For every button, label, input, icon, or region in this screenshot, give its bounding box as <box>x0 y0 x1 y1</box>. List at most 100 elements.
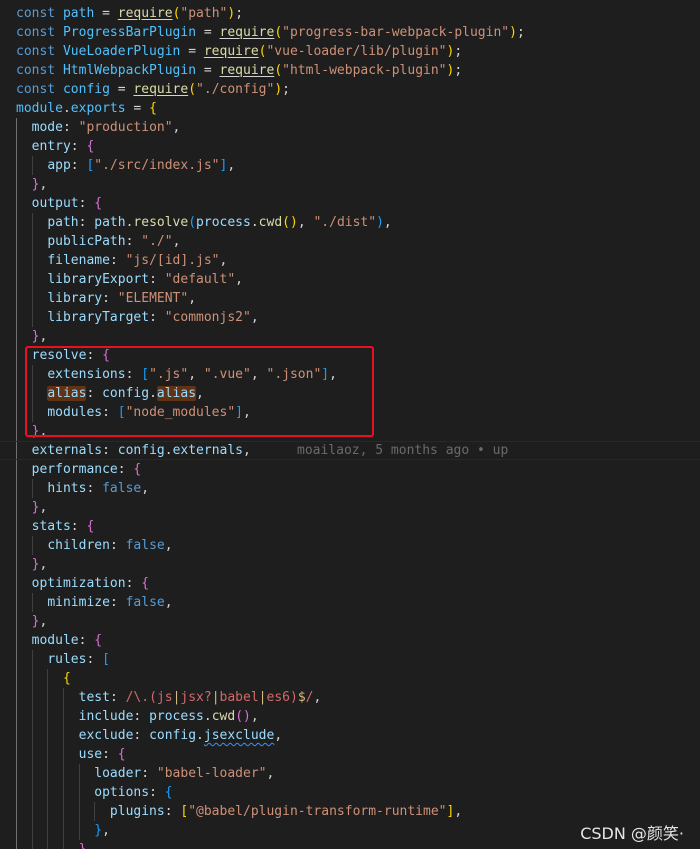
code-line[interactable]: include: process.cwd(), <box>0 707 700 726</box>
code-token: "@babel/plugin-transform-runtime" <box>188 804 447 819</box>
code-token: const <box>16 44 56 59</box>
code-line[interactable]: }, <box>0 327 700 346</box>
code-token: { <box>164 785 173 800</box>
code-line[interactable]: children: false, <box>0 536 700 555</box>
code-token: const <box>16 63 56 78</box>
code-line[interactable]: module: { <box>0 631 700 650</box>
code-line[interactable]: }, <box>0 612 700 631</box>
code-token: : <box>164 804 181 819</box>
code-token: { <box>117 747 126 762</box>
code-token: cwd <box>258 215 283 230</box>
code-token: ) <box>376 215 384 230</box>
code-line[interactable]: }, <box>0 555 700 574</box>
code-token: : <box>78 633 95 648</box>
code-line[interactable]: test: /\.(js|jsx?|babel|es6)$/, <box>0 688 700 707</box>
code-token: mode <box>31 120 63 135</box>
code-line[interactable]: options: { <box>0 783 700 802</box>
code-line[interactable]: libraryTarget: "commonjs2", <box>0 308 700 327</box>
code-token: performance <box>31 462 118 477</box>
code-token: : <box>70 158 87 173</box>
code-token: "path" <box>180 6 228 21</box>
code-line[interactable]: hints: false, <box>0 479 700 498</box>
code-token: , <box>141 481 150 496</box>
code-line[interactable]: libraryExport: "default", <box>0 270 700 289</box>
code-token: include <box>78 709 134 724</box>
code-line[interactable]: filename: "js/[id].js", <box>0 251 700 270</box>
code-token: , <box>164 538 173 553</box>
code-line[interactable]: app: ["./src/index.js"], <box>0 156 700 175</box>
code-line[interactable]: }, <box>0 498 700 517</box>
code-line[interactable]: module.exports = { <box>0 99 700 118</box>
code-token: ( <box>274 63 283 78</box>
code-token: "./src/index.js" <box>94 158 220 173</box>
code-line[interactable]: library: "ELEMENT", <box>0 289 700 308</box>
code-token: = <box>125 101 150 116</box>
code-line[interactable]: mode: "production", <box>0 118 700 137</box>
code-line[interactable]: minimize: false, <box>0 593 700 612</box>
code-line[interactable]: stats: { <box>0 517 700 536</box>
code-token: require <box>219 25 275 40</box>
code-token: , <box>172 234 181 249</box>
code-token: path <box>94 215 126 230</box>
code-line[interactable]: publicPath: "./", <box>0 232 700 251</box>
code-line[interactable]: plugins: ["@babel/plugin-transform-runti… <box>0 802 700 821</box>
code-line[interactable]: performance: { <box>0 460 700 479</box>
code-token: { <box>62 671 71 686</box>
code-token: { <box>86 519 95 534</box>
code-token: : <box>70 519 87 534</box>
code-token: : <box>78 196 95 211</box>
code-token: . <box>164 443 173 458</box>
code-token: : <box>149 310 165 325</box>
code-token: ) <box>274 82 283 97</box>
code-token: exports <box>70 101 126 116</box>
code-line[interactable]: { <box>0 669 700 688</box>
code-token: jsexclude <box>203 728 275 743</box>
code-token: plugins <box>109 804 165 819</box>
code-token: , <box>250 709 259 724</box>
code-line[interactable]: const ProgressBarPlugin = require("progr… <box>0 23 700 42</box>
code-line[interactable]: const VueLoaderPlugin = require("vue-loa… <box>0 42 700 61</box>
code-line[interactable]: const config = require("./config"); <box>0 80 700 99</box>
code-token: = <box>196 63 220 78</box>
code-token: , <box>266 766 275 781</box>
code-token: { <box>86 139 95 154</box>
code-token: = <box>180 44 204 59</box>
code-line[interactable]: path: path.resolve(process.cwd(), "./dis… <box>0 213 700 232</box>
code-token: exclude <box>78 728 134 743</box>
code-line[interactable]: entry: { <box>0 137 700 156</box>
code-line[interactable]: const HtmlWebpackPlugin = require("html-… <box>0 61 700 80</box>
code-token: hints <box>47 481 87 496</box>
code-line[interactable]: const path = require("path"); <box>0 4 700 23</box>
code-token: module <box>16 101 63 116</box>
code-editor[interactable]: const path = require("path"); const Progr… <box>0 0 700 849</box>
code-token: output <box>31 196 79 211</box>
code-line[interactable]: loader: "babel-loader", <box>0 764 700 783</box>
code-token: filename <box>47 253 110 268</box>
code-token: : <box>125 234 142 249</box>
code-token: | <box>258 690 267 705</box>
code-line[interactable]: rules: [ <box>0 650 700 669</box>
code-line[interactable]: output: { <box>0 194 700 213</box>
code-line[interactable]: }, <box>0 175 700 194</box>
code-token: ) <box>227 6 236 21</box>
code-token: babel <box>219 690 259 705</box>
code-token: libraryTarget <box>47 310 150 325</box>
code-token: : <box>102 291 118 306</box>
code-token: use <box>78 747 103 762</box>
code-token: const <box>16 6 56 21</box>
code-token: publicPath <box>47 234 126 249</box>
code-line[interactable]: use: { <box>0 745 700 764</box>
code-line[interactable]: optimization: { <box>0 574 700 593</box>
code-token: , <box>164 595 173 610</box>
code-line[interactable]: exclude: config.jsexclude, <box>0 726 700 745</box>
code-token: library <box>47 291 103 306</box>
